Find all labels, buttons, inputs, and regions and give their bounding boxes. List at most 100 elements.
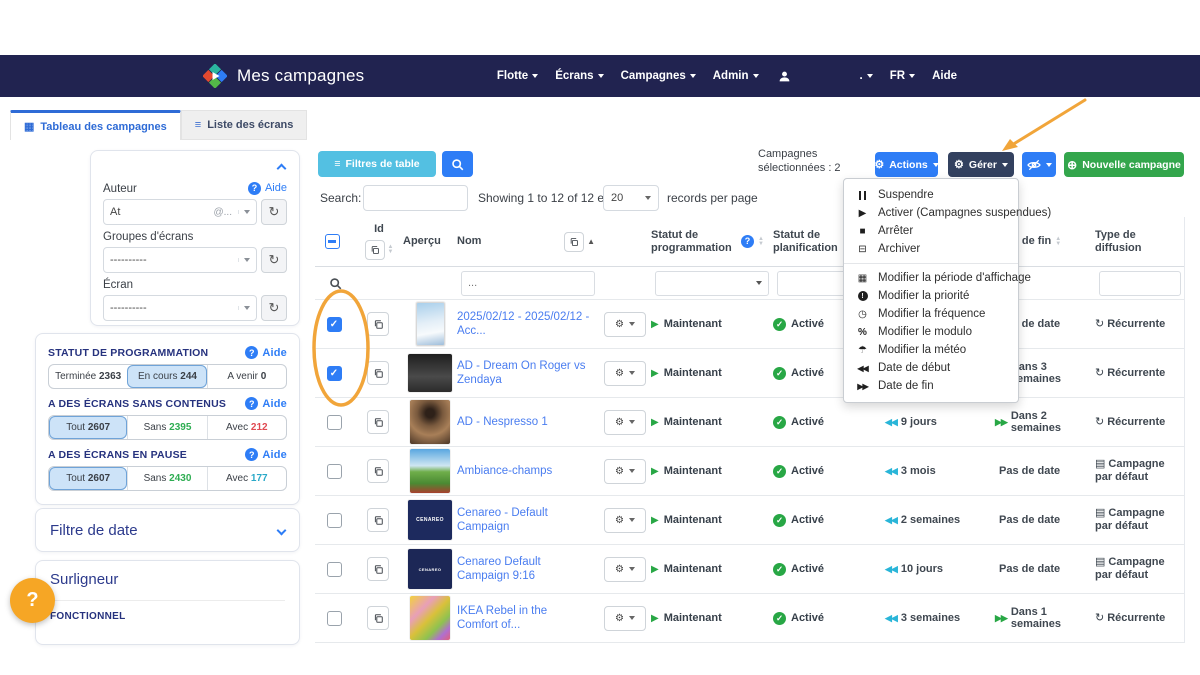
menu-item-archiver[interactable]: ⊟Archiver [844,240,1018,258]
row-settings-button[interactable]: ⚙ [604,508,646,533]
copy-icon[interactable] [564,232,584,252]
header-statut-programmation[interactable]: Statut de programmation ? ▲▼ [651,229,773,255]
campaign-preview[interactable] [408,354,452,392]
filter-terminee[interactable]: Terminée 2363 [49,365,127,388]
search-input[interactable] [363,185,468,211]
screen-groups-refresh-button[interactable]: ↻ [261,247,287,273]
type-filter-input[interactable] [1099,271,1181,296]
screen-select[interactable]: ---------- [103,295,257,321]
nav-item-admin[interactable]: Admin [713,70,759,82]
campaign-preview[interactable]: CENAREO [408,500,452,540]
plan-status: Activé [791,367,824,379]
row-settings-button[interactable]: ⚙ [604,459,646,484]
visibility-button[interactable] [1022,152,1056,177]
new-campaign-button[interactable]: ⊕ Nouvelle campagne [1064,152,1184,177]
campaign-preview[interactable] [410,400,450,444]
help-link[interactable]: ?Aide [245,397,287,410]
menu-item-date-fin[interactable]: ▶▶Date de fin [844,377,1018,395]
collapse-chevron-icon[interactable] [277,164,287,174]
campaign-name-link[interactable]: Ambiance-champs [457,464,599,478]
row-checkbox[interactable] [327,415,342,430]
campaign-name-link[interactable]: 2025/02/12 - 2025/02/12 - Acc... [457,310,599,338]
copy-id-button[interactable] [367,508,389,532]
menu-item-date-debut[interactable]: ◀◀Date de début [844,359,1018,377]
row-checkbox[interactable] [327,611,342,626]
row-checkbox[interactable] [327,464,342,479]
author-select[interactable]: @... [103,199,257,225]
campaign-name-link[interactable]: Cenareo Default Campaign 9:16 [457,555,599,583]
filter-sans-contenus[interactable]: Sans 2395 [127,416,206,439]
menu-item-frequence[interactable]: ◷Modifier la fréquence [844,305,1018,323]
row-settings-button[interactable]: ⚙ [604,557,646,582]
help-link[interactable]: ?Aide [245,346,287,359]
campaign-preview[interactable] [410,449,450,493]
filter-avec-pause[interactable]: Avec 177 [207,467,286,490]
table-filters-button[interactable]: ≡ Filtres de table [318,151,436,177]
search-toggle-button[interactable] [442,151,473,177]
copy-id-button[interactable] [367,557,389,581]
menu-item-periode-affichage[interactable]: ▦Modifier la période d'affichage [844,269,1018,287]
help-link[interactable]: ?Aide [245,448,287,461]
author-help-link[interactable]: ?Aide [248,182,287,195]
filter-en-cours[interactable]: En cours 244 [127,365,206,388]
menu-item-priorite[interactable]: !Modifier la priorité [844,287,1018,305]
row-checkbox[interactable] [327,562,342,577]
author-refresh-button[interactable]: ↻ [261,199,287,225]
language-menu[interactable]: FR [890,70,915,82]
highlighter-item-fonctionnel[interactable]: FONCTIONNEL [50,611,285,622]
select-all-checkbox[interactable] [325,234,340,249]
row-checkbox[interactable] [327,366,342,381]
tab-tableau-des-campagnes[interactable]: ▦ Tableau des campagnes [10,110,181,140]
manage-button[interactable]: ⚙ Gérer [948,152,1014,177]
menu-item-arreter[interactable]: ■Arrêter [844,222,1018,240]
name-filter-input[interactable] [461,271,595,296]
copy-id-button[interactable] [367,459,389,483]
campaign-name-link[interactable]: IKEA Rebel in the Comfort of... [457,604,599,632]
row-settings-button[interactable]: ⚙ [604,410,646,435]
menu-item-activer[interactable]: ▶Activer (Campagnes suspendues) [844,204,1018,222]
row-settings-button[interactable]: ⚙ [604,361,646,386]
actions-button[interactable]: ⚙ Actions [875,152,938,177]
copy-icon[interactable] [365,240,385,260]
prog-status-filter-select[interactable] [655,271,769,296]
page-size-select[interactable]: 20 [603,185,659,211]
copy-id-button[interactable] [367,410,389,434]
account-menu[interactable]: . [860,70,873,82]
tab-liste-des-ecrans[interactable]: ≡ Liste des écrans [181,110,308,140]
date-filter-card[interactable]: Filtre de date [35,508,300,552]
filter-tout-contenus[interactable]: Tout 2607 [49,416,127,439]
menu-item-modulo[interactable]: %Modifier le modulo [844,323,1018,341]
nav-item-flotte[interactable]: Flotte [497,70,538,82]
copy-id-button[interactable] [367,361,389,385]
campaign-name-link[interactable]: Cenareo - Default Campaign [457,506,599,534]
header-nom[interactable]: Nom ▲ [457,232,599,252]
nav-item-aide[interactable]: Aide [932,70,957,82]
search-icon[interactable] [329,277,342,290]
row-settings-button[interactable]: ⚙ [604,312,646,337]
priority-icon: ! [856,291,869,301]
help-fab-button[interactable]: ? [10,578,55,623]
author-input[interactable] [110,206,194,218]
campaign-name-link[interactable]: AD - Dream On Roger vs Zendaya [457,359,599,387]
filter-sans-pause[interactable]: Sans 2430 [127,467,206,490]
campaign-preview[interactable]: CENAREO [408,549,452,589]
screen-refresh-button[interactable]: ↻ [261,295,287,321]
nav-item-campagnes[interactable]: Campagnes [621,70,696,82]
menu-item-suspendre[interactable]: Suspendre [844,186,1018,204]
nav-item-ecrans[interactable]: Écrans [555,70,603,82]
campaign-preview[interactable] [410,596,450,640]
campaign-name-link[interactable]: AD - Nespresso 1 [457,415,599,429]
copy-id-button[interactable] [367,312,389,336]
row-settings-button[interactable]: ⚙ [604,606,646,631]
header-id[interactable]: Id ▲▼ [353,223,403,260]
filter-tout-pause[interactable]: Tout 2607 [49,467,127,490]
filter-a-venir[interactable]: A venir 0 [207,365,286,388]
screen-groups-select[interactable]: ---------- [103,247,257,273]
filter-avec-contenus[interactable]: Avec 212 [207,416,286,439]
row-checkbox[interactable] [327,317,342,332]
menu-item-meteo[interactable]: ☂Modifier la météo [844,341,1018,359]
copy-id-button[interactable] [367,606,389,630]
user-menu[interactable] [778,70,791,83]
campaign-preview[interactable] [416,302,445,346]
row-checkbox[interactable] [327,513,342,528]
